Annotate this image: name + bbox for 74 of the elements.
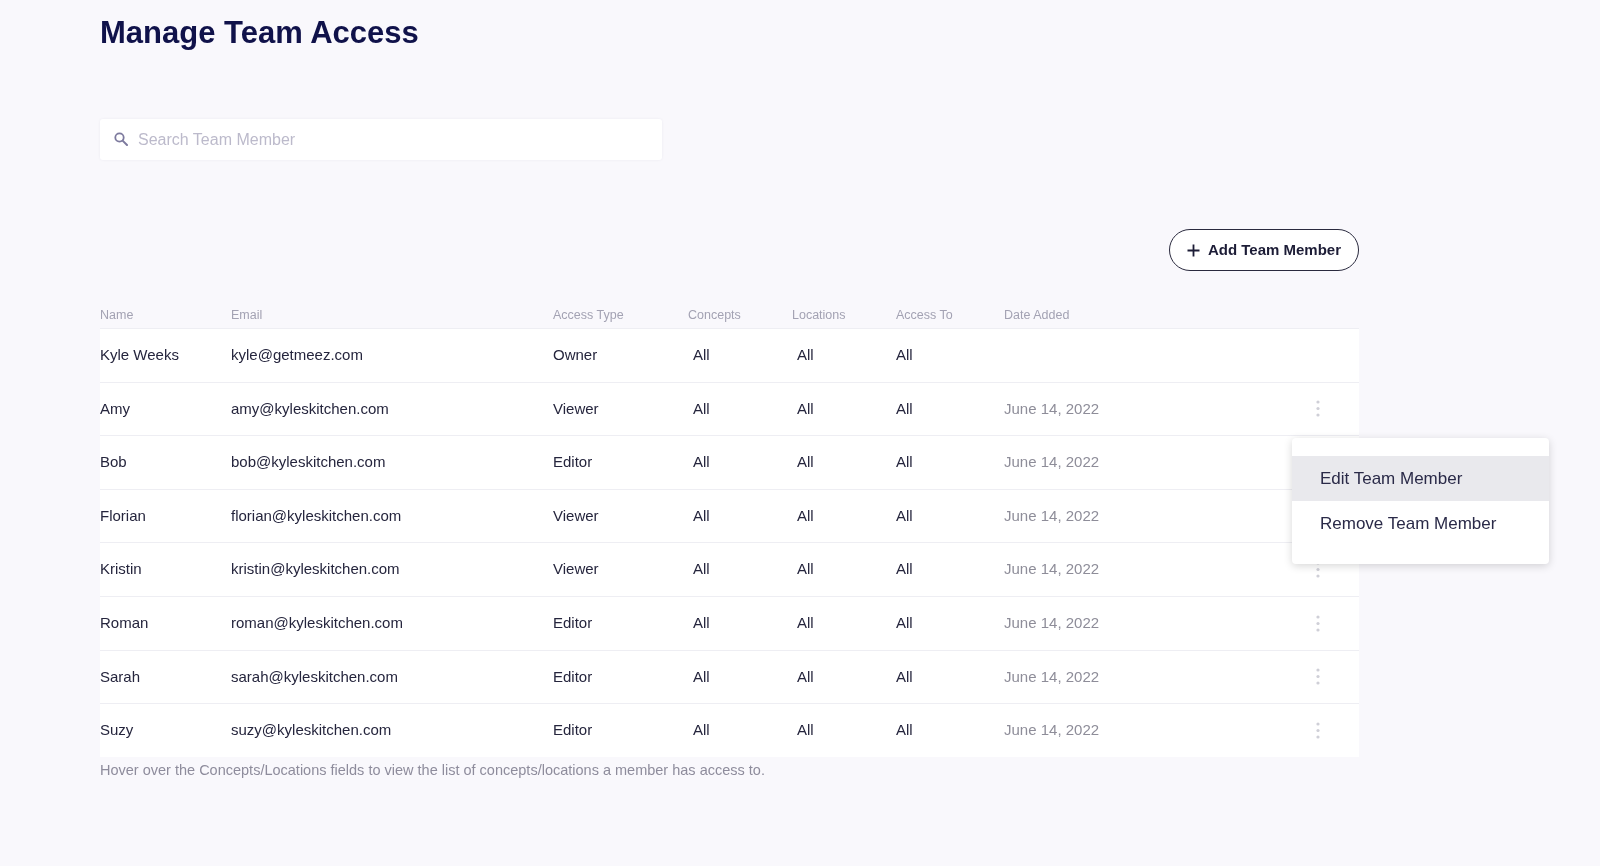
table-cell-text: All xyxy=(693,398,710,419)
table-cell-text: roman@kyleskitchen.com xyxy=(231,613,403,633)
table-cell-text: All xyxy=(896,559,913,580)
table-cell-text: Florian xyxy=(100,505,146,526)
table-cell-text: June 14, 2022 xyxy=(1004,398,1100,419)
table-cell-text: All xyxy=(896,505,913,526)
table-cell-text: All xyxy=(693,345,710,366)
table-cell-text: kyle@getmeez.com xyxy=(231,345,363,366)
table-cell-text: Viewer xyxy=(553,559,599,580)
table-cell-text: Bob xyxy=(100,452,127,473)
table-cell-text: All xyxy=(896,345,913,366)
table-cell-text: Kyle Weeks xyxy=(100,345,179,366)
table-cell-text: June 14, 2022 xyxy=(1004,720,1100,741)
menu-item[interactable]: Edit Team Member xyxy=(1292,456,1549,501)
table-cell-text: Viewer xyxy=(553,505,599,526)
table-cell-text: All xyxy=(896,720,913,741)
table-cell-text: Viewer xyxy=(553,398,599,419)
plus-icon xyxy=(1186,243,1200,257)
table-cell-text: June 14, 2022 xyxy=(1004,452,1100,473)
table-cell-text: sarah@kyleskitchen.com xyxy=(231,666,398,687)
table-cell-text: June 14, 2022 xyxy=(1004,613,1100,633)
help-text: Hover over the Concepts/Locations fields to view the list of concepts/locations a member has access to. xyxy=(100,760,765,780)
search-icon xyxy=(114,132,128,146)
table-cell-text: All xyxy=(797,613,814,633)
more-options-icon[interactable] xyxy=(1316,400,1320,418)
table-cell-text: All xyxy=(693,505,710,526)
table-cell-text: All xyxy=(797,505,814,526)
table-cell-text: kristin@kyleskitchen.com xyxy=(231,559,400,580)
table-cell-text: Editor xyxy=(553,452,593,473)
table-cell-text: Editor xyxy=(553,666,593,687)
table-cell-text: All xyxy=(797,720,814,741)
table-cell-text: All xyxy=(896,398,913,419)
table-cell-text: All xyxy=(693,666,710,687)
table-cell-text: Editor xyxy=(553,720,593,741)
table-cell-text: Editor xyxy=(553,613,593,633)
more-options-icon[interactable] xyxy=(1316,721,1320,739)
table-cell-text: All xyxy=(693,720,710,741)
more-options-icon[interactable] xyxy=(1316,668,1320,686)
column-header: Date Added xyxy=(1004,306,1070,324)
table-cell-text: Owner xyxy=(553,345,598,366)
table-cell-text: June 14, 2022 xyxy=(1004,505,1100,526)
table-cell-text: Amy xyxy=(100,398,130,419)
search-field[interactable]: Search Team Member xyxy=(100,119,662,160)
table-cell-text: All xyxy=(896,613,913,633)
table-cell-text: florian@kyleskitchen.com xyxy=(231,505,402,526)
page-title: Manage Team Access xyxy=(100,14,419,52)
table-cell-text: All xyxy=(693,613,710,633)
table-cell-text: Sarah xyxy=(100,666,141,687)
table-cell-text: All xyxy=(797,398,814,419)
table-cell-text: Kristin xyxy=(100,559,142,580)
add-team-member-button[interactable]: Add Team Member xyxy=(1169,229,1359,271)
column-header: Locations xyxy=(792,306,846,324)
column-header: Access To xyxy=(896,306,953,324)
table-cell-text: All xyxy=(797,559,814,580)
table-cell-text: June 14, 2022 xyxy=(1004,559,1100,580)
table-cell-text: All xyxy=(797,452,814,473)
table-cell-text: June 14, 2022 xyxy=(1004,666,1100,687)
table-cell-text: All xyxy=(693,559,710,580)
table-cell-text: All xyxy=(896,666,913,687)
more-options-icon[interactable] xyxy=(1316,614,1320,632)
column-header: Email xyxy=(231,306,263,324)
table-cell-text: All xyxy=(896,452,913,473)
column-header: Access Type xyxy=(553,306,624,324)
column-header: Name xyxy=(100,306,134,324)
table-cell-text: All xyxy=(693,452,710,473)
table-cell-text: suzy@kyleskitchen.com xyxy=(231,720,392,741)
table-cell-text: bob@kyleskitchen.com xyxy=(231,452,386,473)
table-cell-text: Suzy xyxy=(100,720,134,741)
menu-item[interactable]: Remove Team Member xyxy=(1292,501,1549,546)
table-cell-text: amy@kyleskitchen.com xyxy=(231,398,389,419)
column-header: Concepts xyxy=(688,306,741,324)
table-cell-text: All xyxy=(797,345,814,366)
table-cell-text: Roman xyxy=(100,613,149,633)
table-cell-text: All xyxy=(797,666,814,687)
